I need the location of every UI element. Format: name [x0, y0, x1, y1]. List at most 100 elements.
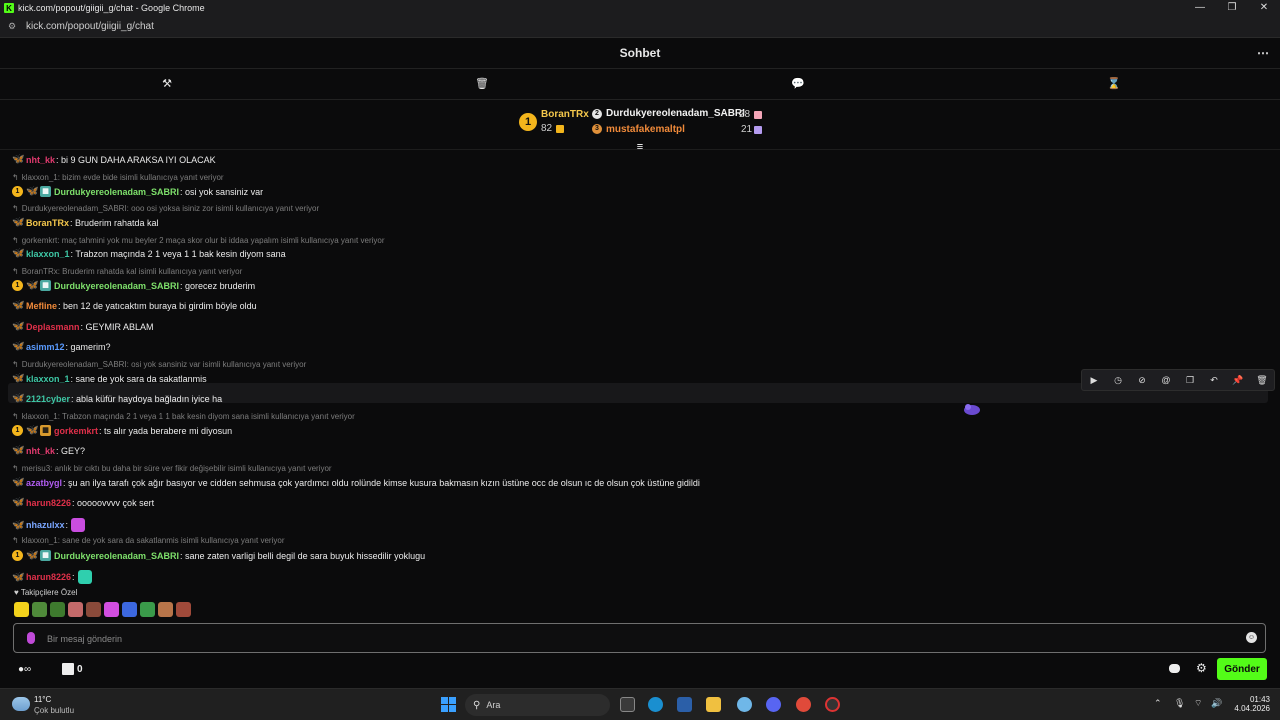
clock-icon[interactable]: ◷ [1111, 373, 1125, 387]
taskbar-search[interactable]: ⚲ Ara [465, 694, 610, 716]
message-username[interactable]: gorkemkrt [54, 426, 98, 436]
settings-app-icon[interactable] [737, 697, 752, 712]
message-username[interactable]: Durdukyereolenadam_SABRI [54, 281, 179, 291]
message-username[interactable]: Deplasmann [26, 322, 80, 332]
emote-frog-icon[interactable] [32, 602, 47, 617]
emote-frog2-icon[interactable] [50, 602, 65, 617]
message-username[interactable]: Mefline [26, 301, 57, 311]
wifi-icon[interactable]: ⌔ [1194, 698, 1202, 709]
minimize-button[interactable]: — [1184, 0, 1216, 16]
reply-context[interactable]: ↰ klaxxon_1: sane de yok sara da sakatlan… [12, 536, 285, 545]
chat-message[interactable]: 🦋 nht_kk: bi 9 GUN DAHA ARAKSA IYI OLACAK [12, 154, 216, 165]
store-app-icon[interactable] [677, 697, 692, 712]
chat-message[interactable]: 1 🦋 ▦ Durdukyereolenadam_SABRI: osi yok san… [12, 186, 263, 197]
channel-points-icon[interactable]: ●∞ [18, 664, 31, 675]
mention-icon[interactable]: @ [1159, 373, 1173, 387]
hourglass-icon[interactable]: ⌛ [1107, 77, 1121, 91]
weather-condition[interactable]: Çok bulutlu [34, 706, 74, 715]
play-icon[interactable]: ▶ [1087, 373, 1101, 387]
copy-icon[interactable]: ❐ [1183, 373, 1197, 387]
emote-pacman-icon[interactable] [14, 602, 29, 617]
chat-bubble-icon[interactable]: 💬 [791, 77, 805, 91]
microphone-icon[interactable] [27, 632, 35, 644]
chat-message[interactable]: 🦋 azatbygl: şu an ilya tarafı çok ağır ba… [12, 477, 700, 488]
address-bar[interactable]: ⚙ kick.com/popout/giigii_g/chat [0, 16, 1280, 38]
message-username[interactable]: Durdukyereolenadam_SABRI [54, 187, 179, 197]
chat-message[interactable]: 🦋 Deplasmann: GEYMIR ABLAM [12, 321, 154, 332]
discord-icon[interactable] [766, 697, 781, 712]
chat-message[interactable]: 🦋 harun8226: [12, 570, 92, 584]
message-username[interactable]: azatbygl [26, 478, 62, 488]
clock[interactable]: 01:43 4.04.2026 [1230, 695, 1270, 713]
message-username[interactable]: nht_kk [26, 446, 55, 456]
message-username[interactable]: klaxxon_1 [26, 374, 70, 384]
emote-pepe-icon[interactable] [140, 602, 155, 617]
url-text[interactable]: kick.com/popout/giigii_g/chat [26, 21, 154, 32]
reply-context[interactable]: ↰ klaxxon_1: Trabzon maçında 2 1 veya 1 1… [12, 412, 355, 421]
chat-message[interactable]: 🦋 nht_kk: GEY? [12, 445, 85, 456]
file-explorer-icon[interactable] [706, 697, 721, 712]
task-view-icon[interactable] [620, 697, 635, 712]
tray-mic-icon[interactable]: 🎙 [1174, 698, 1185, 709]
reply-context[interactable]: ↰ Durdukyereolenadam_SABRI: osi yok sansi… [12, 360, 306, 369]
leader-1-name[interactable]: BoranTRx [541, 109, 589, 120]
delete-message-icon[interactable]: 🗑 [1255, 373, 1269, 387]
chat-message[interactable]: 🦋 klaxxon_1: sane de yok sara da sakatlan… [12, 373, 207, 384]
emote-face-icon[interactable] [68, 602, 83, 617]
chrome-icon[interactable] [796, 697, 811, 712]
restore-button[interactable]: ❐ [1216, 0, 1248, 16]
reply-context[interactable]: ↰ klaxxon_1: bizim evde bide isimli kulla… [12, 173, 224, 182]
emote-blue-icon[interactable] [122, 602, 137, 617]
message-username[interactable]: asimm12 [26, 342, 65, 352]
chat-message[interactable]: 1 🦋 ▦ gorkemkrt: ts alır yada berabere mi d… [12, 425, 232, 436]
chat-message[interactable]: 🦋 2121cyber: abla küfür haydoya bağladın … [12, 393, 222, 404]
weather-temp[interactable]: 11°C [34, 695, 51, 704]
message-username[interactable]: harun8226 [26, 498, 71, 508]
chat-message[interactable]: 🦋 asimm12: gamerim? [12, 341, 111, 352]
message-username[interactable]: klaxxon_1 [26, 249, 70, 259]
weather-cloud-icon[interactable] [12, 697, 30, 711]
message-username[interactable]: 2121cyber [26, 394, 70, 404]
emote-brick-icon[interactable] [86, 602, 101, 617]
store-icon[interactable] [62, 663, 74, 675]
chat-settings-bubble-icon[interactable] [1169, 664, 1180, 673]
reply-context[interactable]: ↰ BoranTRx: Bruderim rahatda kal isimli k… [12, 267, 242, 276]
chat-message[interactable]: 🦋 klaxxon_1: Trabzon maçında 2 1 veya 1 1… [12, 248, 286, 259]
more-options-icon[interactable]: ⋯ [1257, 46, 1270, 60]
gear-icon[interactable]: ⚙ [1196, 661, 1207, 675]
close-window-button[interactable]: ✕ [1248, 0, 1280, 16]
tray-chevron-icon[interactable]: ⌃ [1154, 698, 1162, 709]
message-username[interactable]: nhazulxx [26, 520, 65, 530]
leader-2-name[interactable]: Durdukyereolenadam_SABRI [606, 108, 745, 119]
message-username[interactable]: harun8226 [26, 572, 71, 582]
reply-context[interactable]: ↰ merisu3: anlık bir cıktı bu daha bir sü… [12, 464, 332, 473]
reply-context[interactable]: ↰ gorkemkrt: maç tahmini yok mu beyler 2 … [12, 236, 385, 245]
app-icon[interactable] [825, 697, 840, 712]
chat-message[interactable]: 🦋 BoranTRx: Bruderim rahatda kal [12, 217, 159, 228]
pin-icon[interactable]: 📌 [1231, 373, 1245, 387]
emote-person-icon[interactable] [158, 602, 173, 617]
ban-icon[interactable]: ⊘ [1135, 373, 1149, 387]
chat-message[interactable]: 1 🦋 ▦ Durdukyereolenadam_SABRI: sane zaten … [12, 550, 425, 561]
message-input[interactable] [47, 630, 1227, 648]
volume-icon[interactable]: 🔊 [1211, 698, 1222, 709]
send-button[interactable]: Gönder [1217, 658, 1267, 680]
chat-message[interactable]: 🦋 Mefline: ben 12 de yatıcaktım buraya bi… [12, 300, 257, 311]
site-info-icon[interactable]: ⚙ [8, 21, 20, 32]
trash-icon[interactable]: 🗑 [475, 77, 489, 91]
windows-start-icon[interactable] [441, 697, 456, 712]
message-username[interactable]: Durdukyereolenadam_SABRI [54, 551, 179, 561]
hammer-icon[interactable]: ⚒ [160, 77, 174, 91]
edge-icon[interactable] [648, 697, 663, 712]
emoji-picker-icon[interactable]: ☺ [1246, 632, 1257, 643]
message-username[interactable]: BoranTRx [26, 218, 69, 228]
chat-message[interactable]: 🦋 nhazulxx: [12, 518, 86, 532]
emote-person2-icon[interactable] [176, 602, 191, 617]
reply-context[interactable]: ↰ Durdukyereolenadam_SABRI: ooo osi yoksa… [12, 204, 319, 213]
chat-message[interactable]: 1 🦋 ▦ Durdukyereolenadam_SABRI: gorecez bru… [12, 280, 255, 291]
leader-3-name[interactable]: mustafakemaltpl [606, 124, 685, 135]
emote-dance-icon[interactable] [104, 602, 119, 617]
undo-icon[interactable]: ↶ [1207, 373, 1221, 387]
message-username[interactable]: nht_kk [26, 155, 55, 165]
chat-message[interactable]: 🦋 harun8226: ooooovvvv çok sert [12, 497, 154, 508]
